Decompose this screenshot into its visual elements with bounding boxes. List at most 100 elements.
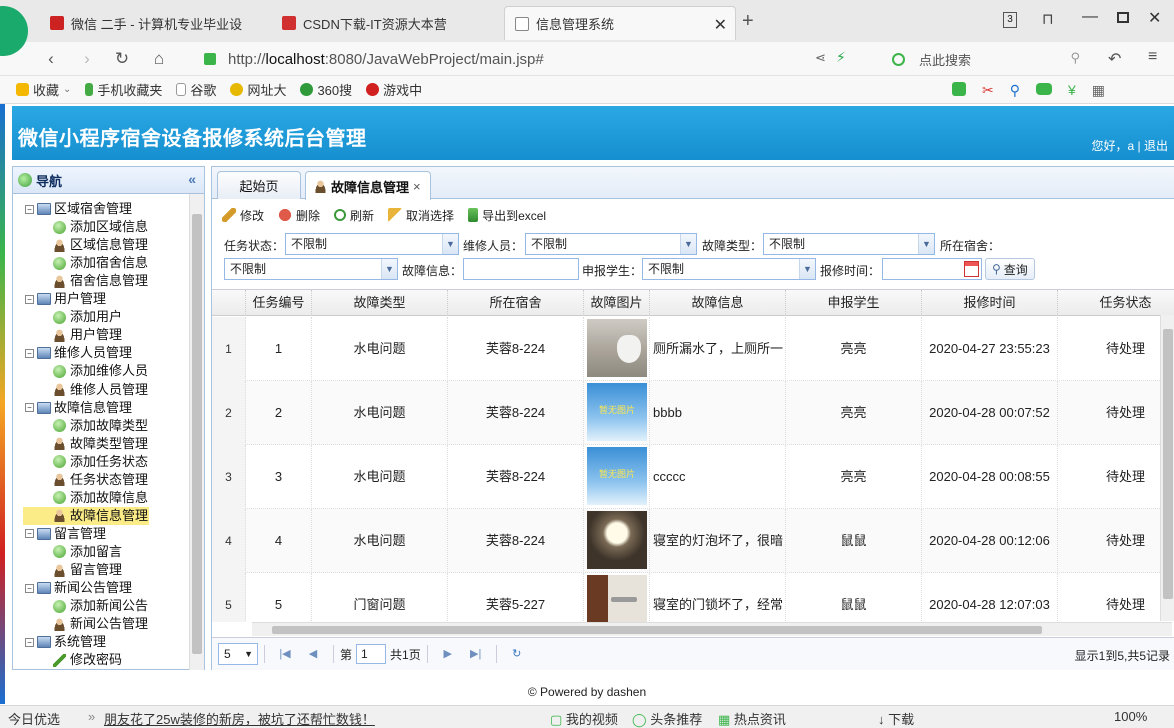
column-header[interactable]: 申报学生: [786, 290, 922, 316]
tree-item[interactable]: 添加用户: [53, 308, 122, 326]
collapse-icon[interactable]: «: [188, 171, 196, 187]
next-page-icon[interactable]: ▶: [440, 646, 456, 662]
search-field[interactable]: 点此搜索 ⚲: [892, 47, 1088, 71]
url-field[interactable]: http://localhost:8080/JavaWebProject/mai…: [204, 47, 868, 71]
close-tab-icon[interactable]: ×: [413, 179, 421, 194]
last-page-icon[interactable]: ▶|: [468, 646, 484, 662]
close-window-icon[interactable]: ✕: [1148, 8, 1161, 28]
task-status-select[interactable]: 不限制 ▼: [285, 233, 459, 255]
page-number-input[interactable]: 1: [356, 644, 387, 664]
calendar-icon[interactable]: [964, 261, 979, 277]
download-link[interactable]: ↓ 下载: [878, 709, 914, 728]
fault-type-select[interactable]: 不限制 ▼: [763, 233, 935, 255]
forward-icon[interactable]: ›: [78, 50, 96, 68]
nav-scrollbar[interactable]: [189, 194, 204, 670]
shirt-icon[interactable]: ⊓: [1042, 10, 1054, 28]
tree-group[interactable]: − 故障信息管理: [25, 399, 132, 417]
tree-item[interactable]: 添加任务状态: [53, 453, 148, 471]
yen-icon[interactable]: ¥: [1068, 82, 1076, 99]
news-link[interactable]: 朋友花了25w装修的新房，被坑了还帮忙数钱！: [104, 709, 375, 728]
bookmark-mobile[interactable]: 手机收藏夹: [85, 80, 162, 99]
tree-item[interactable]: 修改密码: [53, 651, 122, 669]
column-header[interactable]: 故障类型: [312, 290, 448, 316]
bookmark-games[interactable]: 游戏中: [366, 80, 422, 99]
column-header[interactable]: 故障信息: [650, 290, 786, 316]
tree-item[interactable]: 添加维修人员: [53, 362, 148, 380]
column-header[interactable]: 报修时间: [922, 290, 1058, 316]
time-input[interactable]: [882, 258, 982, 280]
collapse-toggle-icon[interactable]: −: [25, 583, 34, 593]
repairer-select[interactable]: 不限制 ▼: [525, 233, 697, 255]
zoom-level[interactable]: 100%: [1114, 709, 1147, 724]
grid-vertical-scrollbar[interactable]: [1160, 315, 1174, 621]
undo-icon[interactable]: ↶: [1108, 49, 1121, 69]
browser-tab-active[interactable]: 信息管理系统 ✕: [504, 6, 736, 40]
logout-link[interactable]: 退出: [1144, 139, 1168, 153]
hot-news-link[interactable]: ▦ 热点资讯: [718, 709, 786, 728]
magnifier-icon[interactable]: ⚲: [1010, 82, 1020, 99]
collapse-toggle-icon[interactable]: −: [25, 637, 34, 647]
tree-group[interactable]: − 用户管理: [25, 290, 106, 308]
close-tab-icon[interactable]: ✕: [714, 15, 727, 35]
tree-group[interactable]: − 维修人员管理: [25, 344, 132, 362]
bookmark-google[interactable]: 谷歌: [176, 80, 216, 99]
tree-item[interactable]: 任务状态管理: [53, 471, 148, 489]
tree-group[interactable]: − 系统管理: [25, 633, 106, 651]
minimize-icon[interactable]: —: [1082, 8, 1098, 26]
new-tab-button[interactable]: +: [742, 10, 754, 33]
tree-group[interactable]: − 区域宿舍管理: [25, 200, 132, 218]
table-row[interactable]: 5 5 门窗问题 芙蓉5-227 寝室的门锁坏了，经常 鼠鼠 2020-04-28 12:0…: [212, 573, 1174, 622]
back-icon[interactable]: ‹: [42, 50, 60, 68]
tree-item[interactable]: 区域信息管理: [53, 236, 148, 254]
video-link[interactable]: ▢ 我的视频: [550, 709, 618, 728]
tree-item[interactable]: 添加宿舍信息: [53, 254, 148, 272]
tree-item[interactable]: 故障信息管理: [23, 506, 149, 525]
tree-item[interactable]: 宿舍信息管理: [53, 272, 148, 290]
collapse-toggle-icon[interactable]: −: [25, 204, 34, 214]
tab-home[interactable]: 起始页: [217, 171, 301, 199]
student-select[interactable]: 不限制 ▼: [642, 258, 816, 280]
deselect-button[interactable]: 取消选择: [388, 207, 454, 224]
tree-item[interactable]: 留言管理: [53, 561, 122, 579]
menu-icon[interactable]: ≡: [1148, 48, 1157, 66]
column-header[interactable]: 任务状态: [1058, 290, 1174, 316]
gamepad-icon[interactable]: [1036, 83, 1052, 95]
delete-button[interactable]: 删除: [278, 207, 320, 224]
table-row[interactable]: 4 4 水电问题 芙蓉8-224 寝室的灯泡坏了，很暗 鼠鼠 2020-04-28 00:1…: [212, 509, 1174, 573]
tree-item[interactable]: 添加区域信息: [53, 218, 148, 236]
reload-page-icon[interactable]: ↻: [509, 646, 525, 662]
flash-icon[interactable]: ⚡: [836, 49, 846, 66]
window-badge[interactable]: 3: [1003, 12, 1017, 28]
share-icon[interactable]: ⋖: [815, 50, 826, 66]
search-icon[interactable]: ⚲: [1070, 50, 1080, 66]
column-header[interactable]: 任务编号: [246, 290, 312, 316]
refresh-button[interactable]: 刷新: [334, 207, 374, 224]
translate-icon[interactable]: [952, 82, 966, 96]
today-picks[interactable]: 今日优选: [8, 709, 60, 728]
tree-item[interactable]: 新闻公告管理: [53, 615, 148, 633]
dorm-select[interactable]: 不限制 ▼: [224, 258, 398, 280]
tree-item[interactable]: 添加故障信息: [53, 489, 148, 507]
tab-fault-info[interactable]: 故障信息管理 ×: [305, 171, 431, 200]
browser-tab-2[interactable]: CSDN下载-IT资源大本营: [272, 6, 500, 40]
tree-group[interactable]: − 新闻公告管理: [25, 579, 132, 597]
table-row[interactable]: 1 1 水电问题 芙蓉8-224 厕所漏水了，上厕所一 亮亮 2020-04-27 23:5…: [212, 317, 1174, 381]
bookmark-favorites[interactable]: 收藏 ⌄: [16, 80, 71, 99]
tree-item[interactable]: 添加故障类型: [53, 417, 148, 435]
tree-item[interactable]: 用户管理: [53, 326, 122, 344]
bookmark-sites[interactable]: 网址大: [230, 80, 286, 99]
collapse-toggle-icon[interactable]: −: [25, 348, 34, 358]
recommend-link[interactable]: ◯ 头条推荐: [632, 709, 702, 728]
maximize-icon[interactable]: [1117, 12, 1129, 23]
collapse-toggle-icon[interactable]: −: [25, 403, 34, 413]
tree-item[interactable]: 添加留言: [53, 543, 122, 561]
tree-item[interactable]: 添加新闻公告: [53, 597, 148, 615]
tree-item[interactable]: 维修人员管理: [53, 381, 148, 399]
scissors-icon[interactable]: ✂: [982, 82, 994, 99]
collapse-toggle-icon[interactable]: −: [25, 529, 34, 539]
reload-icon[interactable]: ↻: [113, 50, 131, 68]
apps-grid-icon[interactable]: ▦: [1092, 82, 1105, 99]
page-size-select[interactable]: 5 ▼: [218, 643, 258, 665]
grid-horizontal-scrollbar[interactable]: [252, 622, 1172, 636]
export-button[interactable]: 导出到excel: [468, 207, 546, 224]
